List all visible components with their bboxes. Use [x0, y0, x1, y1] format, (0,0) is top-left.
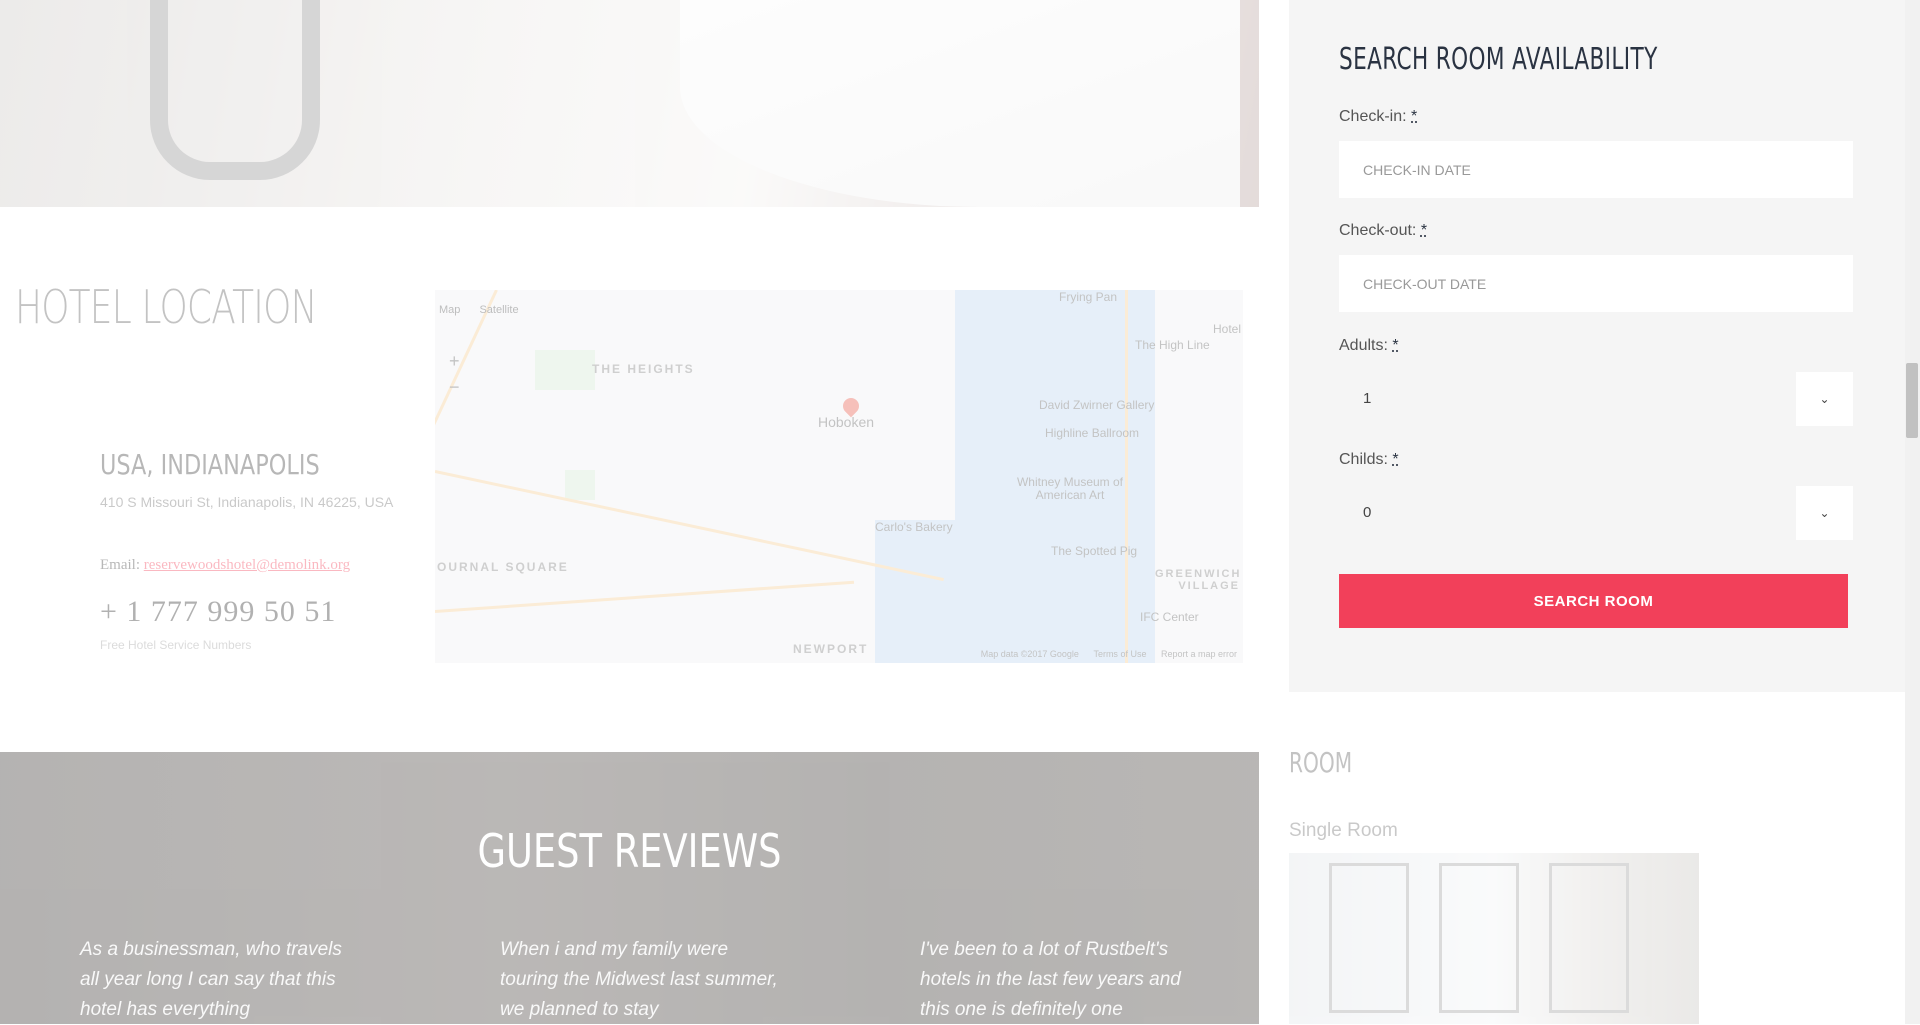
- review-text: When i and my family were touring the Mi…: [500, 939, 778, 1020]
- map-label: The Spotted Pig: [1051, 544, 1138, 558]
- panel-title: SEARCH ROOM AVAILABILITY: [1339, 42, 1658, 77]
- map-data-credit: Map data ©2017 Google: [980, 649, 1079, 659]
- zoom-controls: + −: [449, 348, 460, 400]
- chair-shape: [150, 0, 320, 180]
- road: [435, 580, 855, 613]
- map-label: GREENWICH VILLAGE: [1155, 568, 1242, 592]
- window-shape: [1549, 863, 1629, 1013]
- required-mark: *: [1411, 108, 1418, 125]
- map-report-link[interactable]: Report a map error: [1161, 649, 1237, 659]
- map-label: Carlo's Bakery: [875, 520, 953, 534]
- childs-label: Childs: *: [1339, 451, 1399, 469]
- checkout-date-input[interactable]: [1339, 255, 1853, 312]
- phone-prefix: +: [100, 595, 118, 628]
- window-shape: [1439, 863, 1519, 1013]
- map-label: OURNAL SQUARE: [437, 560, 569, 574]
- map-label: THE HEIGHTS: [592, 362, 695, 376]
- chevron-down-icon[interactable]: ⌄: [1796, 372, 1853, 426]
- checkin-date-input[interactable]: [1339, 141, 1853, 198]
- childs-label-text: Childs:: [1339, 451, 1388, 468]
- map-label: David Zwirner Gallery: [1039, 398, 1155, 412]
- room-name-link[interactable]: Single Room: [1289, 820, 1398, 842]
- guest-reviews-section: GUEST REVIEWS As a businessman, who trav…: [0, 752, 1259, 1024]
- required-mark: *: [1392, 451, 1399, 468]
- map-label: NEWPORT: [793, 642, 869, 656]
- email-row: Email: reservewoodshotel@demolink.org: [100, 557, 350, 574]
- hero-room-image: [0, 0, 1259, 207]
- section-title: HOTEL LOCATION: [15, 280, 317, 334]
- section-title: GUEST REVIEWS: [477, 824, 782, 878]
- zoom-out-button[interactable]: −: [449, 374, 460, 400]
- review-text: As a businessman, who travels all year l…: [80, 939, 342, 1020]
- adults-label-text: Adults:: [1339, 337, 1388, 354]
- map-type-map[interactable]: Map: [439, 304, 460, 316]
- map-label: Frying Pan: [1059, 290, 1118, 304]
- chevron-down-icon[interactable]: ⌄: [1796, 486, 1853, 540]
- city-heading: USA, INDIANAPOLIS: [100, 448, 320, 481]
- childs-select[interactable]: 0 ⌄: [1339, 486, 1853, 540]
- search-availability-panel: SEARCH ROOM AVAILABILITY Check-in: * Che…: [1289, 0, 1905, 692]
- map-label: Highline Ballroom: [1045, 426, 1140, 440]
- window-shape: [1329, 863, 1409, 1013]
- map-footer: Map data ©2017 Google Terms of Use Repor…: [969, 649, 1237, 659]
- email-label: Email:: [100, 557, 144, 573]
- adults-select[interactable]: 1 ⌄: [1339, 372, 1853, 426]
- room-heading: ROOM: [1289, 746, 1353, 779]
- checkin-label-text: Check-in:: [1339, 108, 1407, 125]
- map-label: Hotel: [1213, 322, 1242, 336]
- required-mark: *: [1392, 337, 1399, 354]
- zoom-in-button[interactable]: +: [449, 348, 460, 374]
- childs-value: 0: [1363, 504, 1372, 521]
- required-mark: *: [1420, 222, 1428, 239]
- river-area-south: [875, 520, 995, 663]
- phone-digits: 1 777 999 50 51: [126, 595, 337, 628]
- map-label: The High Line: [1135, 338, 1210, 352]
- map-terms-link[interactable]: Terms of Use: [1093, 649, 1146, 659]
- search-room-button[interactable]: SEARCH ROOM: [1339, 574, 1848, 628]
- map-label: IFC Center: [1140, 610, 1199, 624]
- room-image[interactable]: [1289, 853, 1699, 1024]
- road: [1125, 290, 1128, 663]
- park-area: [535, 350, 595, 390]
- google-map[interactable]: Map Satellite + − THE HEIGHTS Hoboken OU…: [435, 290, 1243, 663]
- checkin-label: Check-in: *: [1339, 108, 1417, 126]
- road: [435, 290, 498, 629]
- park-area: [565, 470, 595, 500]
- phone-note: Free Hotel Service Numbers: [100, 638, 252, 652]
- checkout-label-text: Check-out:: [1339, 222, 1417, 239]
- review-text: I've been to a lot of Rustbelt's hotels …: [920, 939, 1181, 1020]
- map-label: Whitney Museum of American Art: [1016, 475, 1124, 502]
- adults-label: Adults: *: [1339, 337, 1399, 355]
- phone-number[interactable]: + 1 777 999 50 51: [100, 595, 336, 629]
- map-type-controls: Map Satellite: [439, 304, 535, 316]
- checkout-label: Check-out: *: [1339, 222, 1427, 240]
- map-label: Hoboken: [818, 414, 875, 430]
- adults-value: 1: [1363, 390, 1372, 407]
- email-link[interactable]: reservewoodshotel@demolink.org: [144, 557, 350, 573]
- scrollbar-thumb[interactable]: [1906, 363, 1918, 438]
- page-scrollbar[interactable]: [1905, 0, 1920, 1024]
- address-text: 410 S Missouri St, Indianapolis, IN 4622…: [100, 494, 394, 510]
- map-type-satellite[interactable]: Satellite: [479, 304, 518, 316]
- bed-shape: [680, 0, 1240, 207]
